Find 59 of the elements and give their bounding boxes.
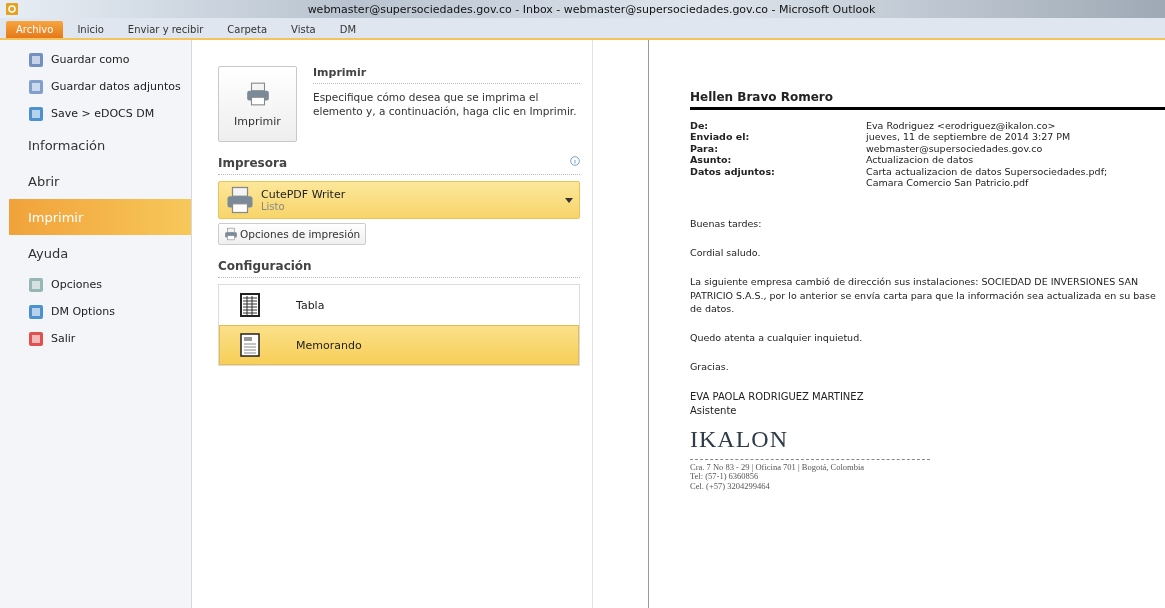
printer-icon bbox=[244, 80, 271, 107]
company-logo: IKALON bbox=[690, 425, 789, 453]
command-icon bbox=[28, 276, 44, 293]
body-paragraph: Buenas tardes: bbox=[690, 217, 763, 232]
info-icon bbox=[570, 156, 580, 166]
ribbon-tab[interactable]: Inicio bbox=[67, 21, 114, 38]
header-value: webmaster@supersociedades.gov.co bbox=[866, 142, 1044, 155]
section-heading: Configuración bbox=[218, 259, 580, 278]
ribbon-tab[interactable]: Carpeta bbox=[217, 21, 278, 38]
command-icon bbox=[28, 51, 44, 68]
address-line: Tel: (57-1) 6360856 bbox=[690, 472, 760, 483]
body-paragraph: La siguiente empresa cambió de dirección sus instalaciones: SOCIEDAD DE INVERSIONES SAN PATRICIO S.A.S., por lo anterior se envía carta para que la información sea actualizada en su base de datos. bbox=[690, 274, 1157, 317]
address-line: Cel. (+57) 3204299464 bbox=[690, 482, 771, 492]
window-title: webmaster@supersociedades.gov.co - Inbox - webmaster@supersociedades.gov.co - Microsoft Outlook bbox=[306, 2, 877, 16]
command-icon bbox=[28, 78, 44, 95]
header-value: Eva Rodriguez <erodriguez@ikalon.co> bbox=[866, 120, 1057, 132]
header-label: Datos adjuntos: bbox=[690, 165, 776, 179]
command-icon bbox=[28, 330, 44, 347]
ribbon-tab[interactable]: Vista bbox=[281, 21, 326, 38]
body-paragraph: Cordial saludo. bbox=[690, 246, 762, 260]
print-button[interactable]: Imprimir bbox=[218, 66, 297, 142]
header-label: De: bbox=[690, 120, 710, 132]
section-heading: Impresora bbox=[218, 156, 580, 175]
app-icon bbox=[6, 3, 18, 15]
table-style-icon bbox=[240, 293, 260, 317]
printer-icon bbox=[225, 185, 255, 215]
command-icon bbox=[28, 303, 44, 320]
signature-title: Asistente bbox=[690, 403, 738, 418]
signature-name: EVA PAOLA RODRIGUEZ MARTINEZ bbox=[690, 389, 865, 404]
header-label: Asunto: bbox=[690, 154, 733, 166]
ribbon-tab[interactable]: DM bbox=[329, 21, 367, 38]
nav-command[interactable]: Guardar como bbox=[0, 46, 191, 73]
address-line: Cra. 7 No 83 - 29 | Oficina 701 | Bogotá, Colombia bbox=[690, 462, 866, 473]
section-heading: Imprimir bbox=[313, 66, 580, 84]
sender-name: Hellen Bravo Romero bbox=[690, 90, 1165, 110]
nav-command[interactable]: DM Options bbox=[0, 298, 191, 325]
nav-section[interactable]: Abrir bbox=[9, 163, 191, 199]
header-label: Para: bbox=[690, 142, 719, 155]
ribbon-tab[interactable]: Enviar y recibir bbox=[117, 21, 214, 38]
nav-command[interactable]: Guardar datos adjuntos bbox=[0, 73, 191, 100]
body-paragraph: Quedo atenta a cualquier inquietud. bbox=[690, 331, 864, 345]
caret-icon bbox=[565, 197, 573, 203]
nav-section[interactable]: Información bbox=[9, 127, 191, 163]
body-paragraph: Gracias. bbox=[690, 359, 730, 374]
nav-section[interactable]: Ayuda bbox=[9, 235, 191, 271]
print-options-button[interactable]: Opciones de impresión bbox=[218, 223, 367, 245]
header-value: Actualizacion de datos bbox=[866, 154, 975, 166]
nav-command[interactable]: Opciones bbox=[0, 271, 191, 298]
print-style-option[interactable]: Memorando bbox=[219, 325, 579, 365]
print-description: Especifique cómo desea que se imprima el elemento y, a continuación, haga clic en Imprimir. bbox=[313, 90, 578, 119]
header-value: jueves, 11 de septiembre de 2014 3:27 PM bbox=[866, 131, 1072, 143]
nav-command[interactable]: Salir bbox=[0, 325, 191, 352]
memo-style-icon bbox=[240, 333, 260, 357]
header-value: Carta actualizacion de datos Supersociedades.pdf; Camara Comercio San Patricio.pdf bbox=[866, 165, 1109, 189]
nav-command[interactable]: Save > eDOCS DM bbox=[0, 100, 191, 127]
printer-icon bbox=[224, 227, 238, 241]
header-label: Enviado el: bbox=[690, 131, 751, 143]
printer-dropdown[interactable]: CutePDF Writer Listo bbox=[218, 181, 580, 219]
command-icon bbox=[28, 105, 44, 122]
